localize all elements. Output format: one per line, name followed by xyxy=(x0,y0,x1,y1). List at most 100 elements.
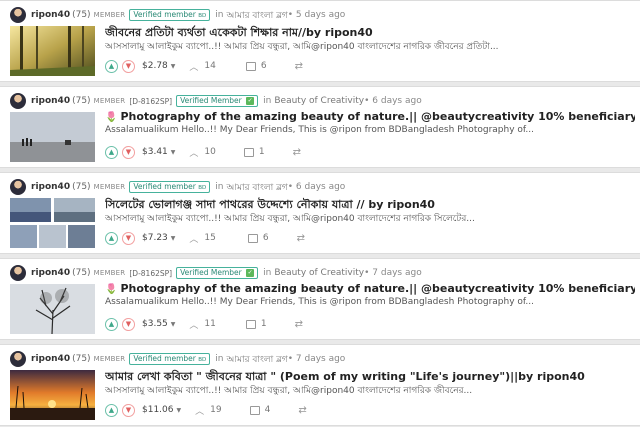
id-badge: [D-8162SP] xyxy=(129,96,173,106)
post-title[interactable]: জীবনের প্রতিটা ব্যর্থতা একেকটা শিক্ষার ন… xyxy=(105,24,635,40)
verified-label: Verified member xyxy=(133,10,196,19)
post-age[interactable]: • 7 days ago xyxy=(288,354,346,364)
chevron-up-icon[interactable]: ▲ xyxy=(105,317,118,331)
post-thumbnail[interactable] xyxy=(10,284,95,334)
post-age[interactable]: • 7 days ago xyxy=(364,268,422,278)
community-link[interactable]: আমার বাংলা ব্লগ xyxy=(227,8,288,23)
post-summary[interactable]: Assalamualikum Hello..!! My Dear Friends… xyxy=(105,297,625,311)
post-title-text[interactable]: আমার লেখা কবিতা " জীবনের যাত্রা " (Poem … xyxy=(105,370,585,383)
chevron-up-icon[interactable]: ▲ xyxy=(105,231,118,245)
payout-value[interactable]: $3.41 xyxy=(142,147,168,157)
payout-dropdown-icon[interactable]: ▼ xyxy=(177,407,182,414)
payout-dropdown-icon[interactable]: ▼ xyxy=(171,321,176,328)
voters-button[interactable]: ︿ 19 xyxy=(195,404,221,417)
post-thumbnail[interactable] xyxy=(10,370,95,420)
member-label: MEMBER xyxy=(93,355,126,363)
comment-icon xyxy=(245,61,256,71)
payout-value[interactable]: $11.06 xyxy=(142,405,174,415)
avatar[interactable] xyxy=(10,351,26,367)
voters-button[interactable]: ︿ 14 xyxy=(189,60,215,73)
avatar[interactable] xyxy=(10,93,26,109)
in-word: in xyxy=(263,96,272,106)
post-meta: ripon40 (75) MEMBER [D-8162SP] Verified … xyxy=(10,265,422,281)
verified-check-icon: ✓ xyxy=(246,269,255,277)
author-link[interactable]: ripon40 xyxy=(31,354,70,364)
verified-label: Verified member xyxy=(133,354,196,363)
verified-label: Verified member xyxy=(133,182,196,191)
community-link[interactable]: Beauty of Creativity xyxy=(274,268,364,278)
author-link[interactable]: ripon40 xyxy=(31,96,70,106)
verified-label: Verified Member xyxy=(180,96,242,105)
post-meta: ripon40 (75) MEMBER Verified member BD ✓… xyxy=(10,351,345,367)
comments-button[interactable]: 4 xyxy=(249,405,271,415)
comments-button[interactable]: 6 xyxy=(247,233,269,243)
verified-check-icon: ✓ xyxy=(246,97,255,105)
reblog-icon[interactable]: ⇄ xyxy=(297,233,305,244)
reblog-icon[interactable]: ⇄ xyxy=(293,147,301,158)
comments-count: 6 xyxy=(262,233,269,243)
voters-count: 19 xyxy=(210,405,222,415)
reblog-icon[interactable]: ⇄ xyxy=(298,405,306,416)
post-summary[interactable]: Assalamualikum Hello..!! My Dear Friends… xyxy=(105,125,625,139)
chevron-down-icon[interactable]: ▼ xyxy=(122,231,135,245)
comments-button[interactable]: 1 xyxy=(245,319,267,329)
avatar[interactable] xyxy=(10,179,26,195)
chevron-down-icon[interactable]: ▼ xyxy=(122,403,135,417)
post-age[interactable]: • 5 days ago xyxy=(288,10,346,20)
comments-button[interactable]: 6 xyxy=(245,61,267,71)
voters-button[interactable]: ︿ 15 xyxy=(189,232,215,245)
post-age[interactable]: • 6 days ago xyxy=(364,96,422,106)
post-title[interactable]: আমার লেখা কবিতা " জীবনের যাত্রা " (Poem … xyxy=(105,368,635,384)
post-age[interactable]: • 6 days ago xyxy=(288,182,346,192)
member-label: MEMBER xyxy=(93,183,126,191)
post-thumbnail[interactable] xyxy=(10,26,95,76)
post-title-text[interactable]: Photography of the amazing beauty of nat… xyxy=(120,282,635,295)
reblog-icon[interactable]: ⇄ xyxy=(295,61,303,72)
post-title-text[interactable]: Photography of the amazing beauty of nat… xyxy=(120,110,635,123)
post-title[interactable]: 🌷 Photography of the amazing beauty of na… xyxy=(105,110,635,126)
community-link[interactable]: আমার বাংলা ব্লগ xyxy=(227,352,288,367)
payout-dropdown-icon[interactable]: ▼ xyxy=(171,235,176,242)
author-link[interactable]: ripon40 xyxy=(31,182,70,192)
id-badge: [D-8162SP] xyxy=(129,268,173,278)
verified-suffix: BD xyxy=(198,13,207,19)
payout-value[interactable]: $7.23 xyxy=(142,233,168,243)
chevron-up-icon[interactable]: ▲ xyxy=(105,145,118,159)
post-card: ripon40 (75) MEMBER Verified member BD ✓… xyxy=(0,0,640,82)
post-title[interactable]: 🌷 Photography of the amazing beauty of na… xyxy=(105,282,635,298)
chevron-down-icon[interactable]: ▼ xyxy=(122,317,135,331)
chevron-down-icon[interactable]: ▼ xyxy=(122,145,135,159)
voters-button[interactable]: ︿ 10 xyxy=(189,146,215,159)
comments-button[interactable]: 1 xyxy=(243,147,265,157)
payout-dropdown-icon[interactable]: ▼ xyxy=(171,63,176,70)
member-label: MEMBER xyxy=(93,269,126,277)
chevron-up-icon[interactable]: ▲ xyxy=(105,403,118,417)
avatar[interactable] xyxy=(10,265,26,281)
author-link[interactable]: ripon40 xyxy=(31,10,70,20)
reblog-icon[interactable]: ⇄ xyxy=(295,319,303,330)
comments-count: 4 xyxy=(264,405,271,415)
payout-value[interactable]: $3.55 xyxy=(142,319,168,329)
voters-button[interactable]: ︿ 11 xyxy=(189,318,215,331)
verified-suffix: BD xyxy=(198,357,207,363)
community-link[interactable]: Beauty of Creativity xyxy=(274,96,364,106)
post-thumbnail[interactable] xyxy=(10,112,95,162)
chevron-up-icon[interactable]: ▲ xyxy=(105,59,118,73)
post-card: ripon40 (75) MEMBER Verified member BD ✓… xyxy=(0,172,640,254)
author-link[interactable]: ripon40 xyxy=(31,268,70,278)
comments-count: 6 xyxy=(260,61,267,71)
post-summary[interactable]: আসসালামু আলাইকুম ব্যাপো..!! আমার প্রিয় … xyxy=(105,211,625,225)
post-meta: ripon40 (75) MEMBER [D-8162SP] Verified … xyxy=(10,93,422,109)
post-title-text[interactable]: সিলেটের ভোলাগঞ্জ সাদা পাথরের উদ্দেশ্যে ন… xyxy=(105,198,435,211)
payout-value[interactable]: $2.78 xyxy=(142,61,168,71)
payout-dropdown-icon[interactable]: ▼ xyxy=(171,149,176,156)
post-summary[interactable]: আসসালামু আলাইকুম ব্যাপো..!! আমার প্রিয় … xyxy=(105,39,625,53)
avatar[interactable] xyxy=(10,7,26,23)
post-title[interactable]: সিলেটের ভোলাগঞ্জ সাদা পাথরের উদ্দেশ্যে ন… xyxy=(105,196,635,212)
post-summary[interactable]: আসসালামু আলাইকুম ব্যাপো..!! আমার প্রিয় … xyxy=(105,383,625,397)
community-link[interactable]: আমার বাংলা ব্লগ xyxy=(227,180,288,195)
chevron-down-icon[interactable]: ▼ xyxy=(122,59,135,73)
post-title-text[interactable]: জীবনের প্রতিটা ব্যর্থতা একেকটা শিক্ষার ন… xyxy=(105,26,373,39)
post-thumbnail[interactable] xyxy=(10,198,95,248)
comment-icon xyxy=(249,405,260,415)
